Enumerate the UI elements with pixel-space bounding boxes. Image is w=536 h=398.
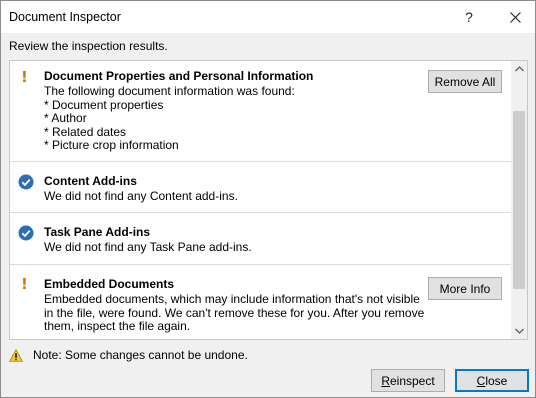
checkmark-circle-icon (18, 225, 34, 241)
undo-note: Note: Some changes cannot be undone. (9, 348, 248, 362)
more-info-button[interactable]: More Info (428, 277, 502, 300)
help-icon: ? (465, 9, 473, 25)
section-title: Document Properties and Personal Informa… (44, 69, 314, 83)
result-section-content-addins: Content Add-ins We did not find any Cont… (10, 162, 512, 213)
close-label: Close (476, 373, 508, 388)
section-description: The following document information was f… (44, 84, 295, 152)
note-text: Note: Some changes cannot be undone. (33, 348, 248, 362)
scroll-down-arrow-icon[interactable] (511, 323, 527, 339)
close-button[interactable]: Close (455, 369, 529, 392)
result-section-task-pane-addins: Task Pane Add-ins We did not find any Ta… (10, 213, 512, 265)
section-title: Embedded Documents (44, 277, 175, 291)
title-bar: Document Inspector ? (1, 1, 535, 33)
result-section-embedded-documents: ! Embedded Documents Embedded documents,… (10, 265, 512, 339)
document-inspector-dialog: Document Inspector ? Review the inspecti… (0, 0, 536, 398)
window-title: Document Inspector (9, 10, 121, 24)
exclamation-icon: ! (21, 275, 28, 293)
section-description: Embedded documents, which may include in… (44, 292, 425, 333)
section-title: Task Pane Add-ins (44, 225, 151, 239)
section-description: We did not find any Task Pane add-ins. (44, 240, 252, 254)
reinspect-label: Reinspect (381, 373, 435, 388)
scroll-thumb[interactable] (513, 111, 525, 289)
section-title: Content Add-ins (44, 174, 137, 188)
remove-all-button[interactable]: Remove All (428, 70, 502, 93)
scroll-up-arrow-icon[interactable] (511, 61, 527, 77)
inspection-results-list: ! Document Properties and Personal Infor… (9, 60, 528, 340)
reinspect-button[interactable]: Reinspect (371, 369, 445, 392)
section-description: We did not find any Content add-ins. (44, 189, 238, 203)
close-icon (509, 11, 521, 23)
exclamation-icon: ! (21, 68, 28, 86)
instruction-text: Review the inspection results. (9, 39, 168, 53)
help-button[interactable]: ? (449, 1, 489, 33)
result-section-document-properties: ! Document Properties and Personal Infor… (10, 61, 512, 162)
vertical-scrollbar[interactable] (511, 61, 527, 339)
checkmark-circle-icon (18, 174, 34, 190)
warning-triangle-icon (9, 348, 23, 362)
close-window-button[interactable] (495, 1, 535, 33)
